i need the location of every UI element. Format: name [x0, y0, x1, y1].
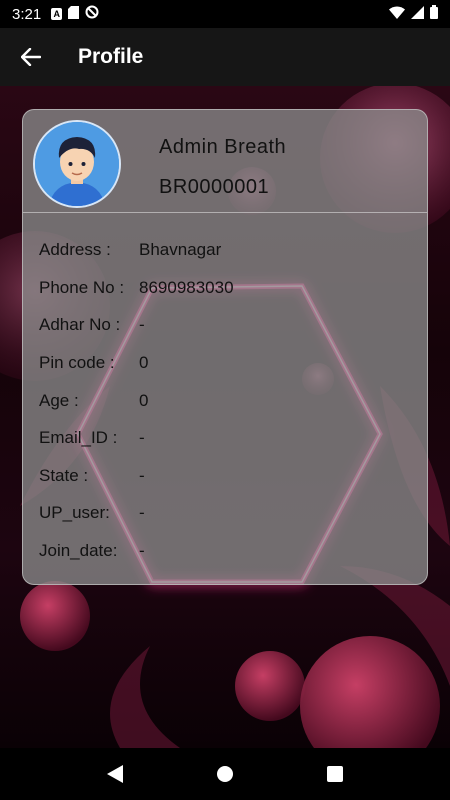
no-disturb-icon [85, 5, 99, 23]
arrow-back-icon [21, 48, 41, 66]
page-title: Profile [78, 45, 144, 68]
field-row-adhar: Adhar No : - [39, 315, 419, 339]
notification-a-icon: A [51, 8, 63, 20]
field-row-email: Email_ID : - [39, 428, 419, 452]
field-label: Age : [39, 391, 79, 410]
field-value: 8690983030 [139, 278, 234, 297]
field-row-state: State : - [39, 466, 419, 490]
field-row-up-user: UP_user: - [39, 503, 419, 527]
field-row-join-date: Join_date: - [39, 541, 419, 565]
field-value: Bhavnagar [139, 240, 222, 259]
divider [23, 212, 427, 213]
sd-card-icon [68, 5, 80, 23]
signal-icon [411, 5, 424, 23]
field-value: - [139, 466, 145, 485]
field-label: Join_date: [39, 541, 118, 560]
wifi-icon [389, 6, 405, 23]
field-label: Pin code : [39, 353, 115, 372]
back-button[interactable] [18, 44, 44, 70]
system-nav-bar [0, 748, 450, 800]
field-value: - [139, 428, 145, 447]
field-row-address: Address : Bhavnagar [39, 240, 419, 264]
field-label: Address : [39, 240, 111, 259]
profile-name: Admin Breath [159, 136, 287, 158]
field-value: 0 [139, 353, 149, 372]
field-row-pincode: Pin code : 0 [39, 353, 419, 377]
field-value: - [139, 503, 145, 522]
battery-icon [430, 5, 438, 23]
field-label: State : [39, 466, 89, 485]
field-value: - [139, 541, 145, 560]
nav-home-button[interactable] [205, 754, 245, 794]
field-value: 0 [139, 391, 149, 410]
field-row-phone: Phone No : 8690983030 [39, 278, 419, 302]
field-label: Adhar No : [39, 315, 121, 334]
field-label: Phone No : [39, 278, 125, 297]
nav-back-button[interactable] [95, 754, 135, 794]
recents-square-icon [327, 766, 343, 782]
home-circle-icon [217, 766, 233, 782]
profile-user-id: BR0000001 [159, 176, 270, 198]
status-time: 3:21 [12, 5, 42, 23]
back-triangle-icon [107, 765, 123, 783]
field-value: - [139, 315, 145, 334]
app-bar: Profile [0, 28, 450, 86]
avatar [33, 120, 121, 208]
profile-card: Admin Breath BR0000001 Address : Bhavnag… [22, 109, 428, 585]
field-row-age: Age : 0 [39, 391, 419, 415]
field-label: UP_user: [39, 503, 110, 522]
user-avatar-icon [35, 122, 119, 206]
status-bar: 3:21 A [0, 0, 450, 28]
nav-recents-button[interactable] [315, 754, 355, 794]
field-label: Email_ID : [39, 428, 118, 447]
